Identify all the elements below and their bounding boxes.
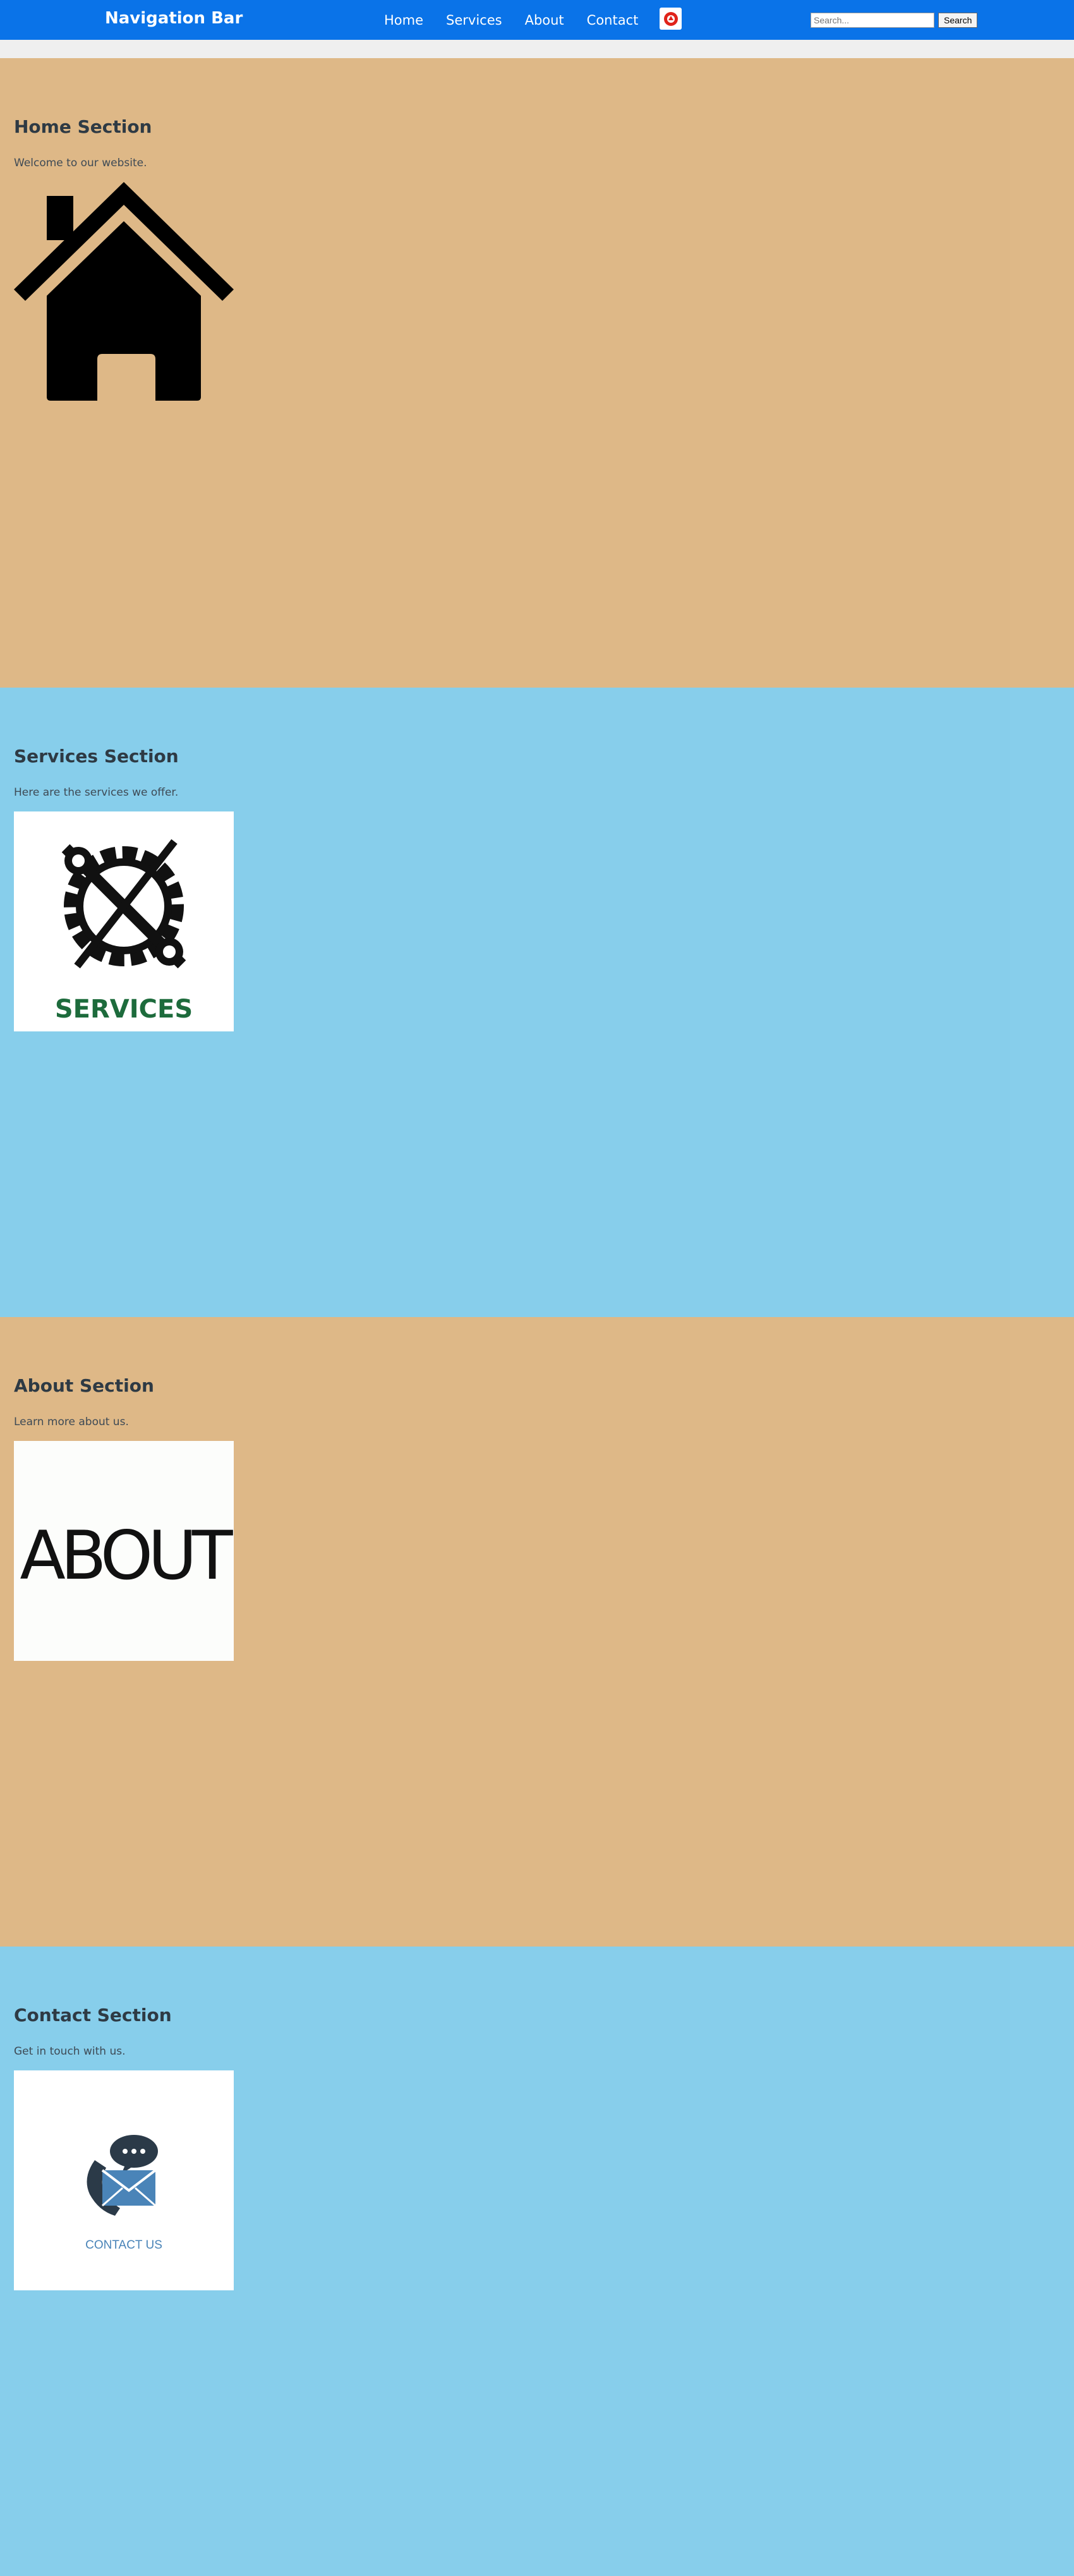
nav-link-about[interactable]: About [525,13,564,28]
home-section: Home Section Welcome to our website. [0,58,1074,688]
services-section: Services Section Here are the services w… [0,688,1074,1317]
services-image: SERVICES [14,811,234,1031]
home-section-title: Home Section [14,116,152,137]
contact-image: CONTACT US [14,2070,234,2290]
services-section-text: Here are the services we offer. [14,786,179,799]
about-section: About Section Learn more about us. ABOUT [0,1317,1074,1947]
contact-caption: CONTACT US [85,2239,162,2252]
about-image: ABOUT [14,1441,239,1661]
phone-envelope-chat-icon: CONTACT US [85,2135,162,2252]
navbar: Navigation Bar Home Services About Conta… [0,0,1074,40]
nav-link-services[interactable]: Services [446,13,502,28]
search-form: Search [811,13,978,28]
wrench-screwdriver-gear-icon: SERVICES [55,839,193,1024]
home-section-text: Welcome to our website. [14,157,147,169]
services-section-title: Services Section [14,746,179,767]
nav-links: Home Services About Contact [384,8,682,30]
search-input[interactable] [811,13,934,28]
nav-link-contact[interactable]: Contact [587,13,639,28]
search-button[interactable]: Search [938,13,978,28]
about-section-title: About Section [14,1375,154,1396]
contact-section-title: Contact Section [14,2005,172,2026]
brand-title: Navigation Bar [105,9,243,28]
red-circle-logo-icon[interactable] [660,8,682,30]
nav-link-home[interactable]: Home [384,13,423,28]
about-section-text: Learn more about us. [14,1416,129,1428]
about-caption: ABOUT [20,1517,233,1595]
house-icon [14,182,234,402]
services-caption: SERVICES [55,995,193,1024]
contact-section: Contact Section Get in touch with us. CO… [0,1947,1074,2576]
contact-section-text: Get in touch with us. [14,2045,126,2058]
